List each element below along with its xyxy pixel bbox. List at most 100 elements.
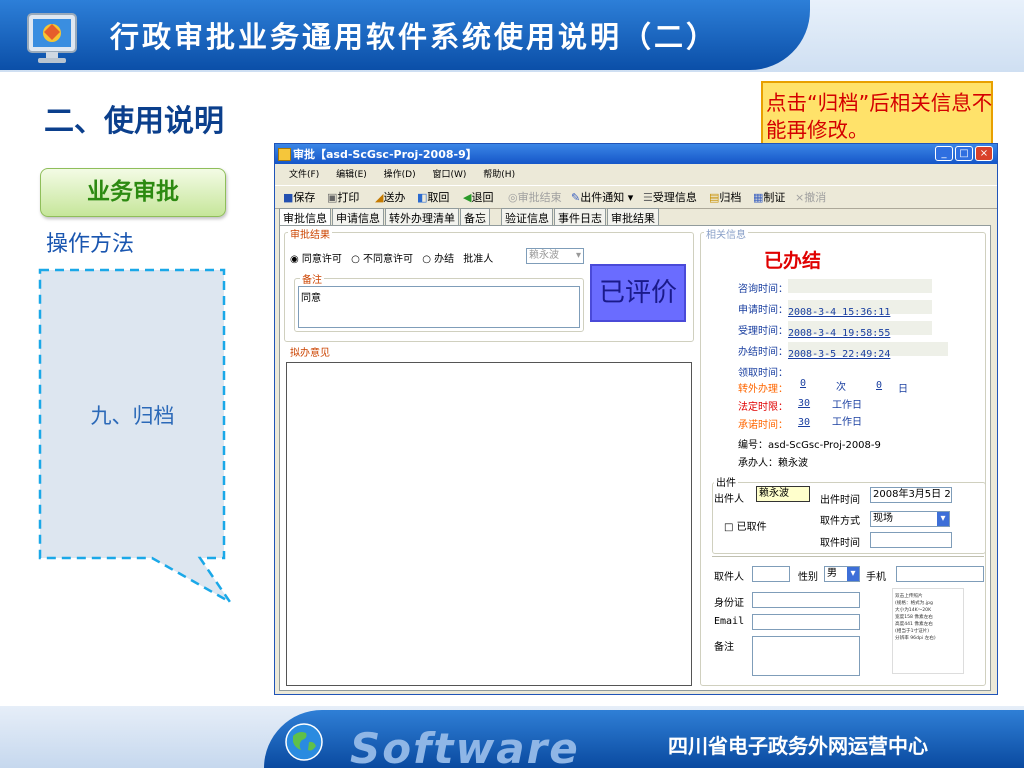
legal-limit-label: 法定时限： [738, 402, 788, 413]
case-number: 编号：asd-ScGsc-Proj-2008-9 [738, 440, 881, 451]
menu-help[interactable]: 帮助(H) [483, 170, 515, 180]
slide-title: 行政审批业务通用软件系统使用说明（二） [110, 20, 719, 54]
radio-reject[interactable]: ○ 不同意许可 [351, 254, 413, 265]
promise-workday-unit: 工作日 [832, 417, 862, 428]
transfer-unit: 次 [836, 382, 846, 393]
save-button[interactable]: ■保存 [283, 189, 315, 205]
archive-button[interactable]: ▤归档 [709, 189, 741, 205]
email-input[interactable] [752, 614, 860, 630]
gender-label: 性别 [798, 572, 818, 583]
pickup-time-label: 领取时间： [738, 368, 788, 379]
certificate-button[interactable]: ▦制证 [753, 189, 785, 205]
footer-organization: 四川省电子政务外网运营中心 [668, 734, 928, 758]
monitor-logo-icon [27, 13, 77, 63]
pickup-time-label-2: 取件时间 [820, 538, 860, 549]
picked-up-checkbox[interactable]: □ 已取件 [724, 518, 767, 533]
menu-operate[interactable]: 操作(D) [384, 170, 416, 180]
chevron-down-icon: ▾ [575, 250, 581, 261]
retrieve-button[interactable]: ◧取回 [417, 189, 449, 205]
approver-label: 批准人 [463, 254, 494, 265]
menu-file[interactable]: 文件(F) [289, 170, 319, 180]
issue-person-field[interactable]: 赖永波 [756, 486, 810, 502]
consult-time-label: 咨询时间： [738, 284, 788, 295]
note-label: 备注 [714, 642, 734, 653]
remark-label: 备注 [300, 271, 324, 286]
pickup-method-select[interactable]: 现场 ▾ [870, 511, 950, 527]
revoke-icon: × [795, 191, 805, 204]
finish-time-value[interactable]: 2008-3-5 22:49:24 [788, 349, 890, 360]
approver-select[interactable]: 赖永波 ▾ [526, 248, 584, 264]
apply-time-label: 申请时间： [738, 305, 788, 316]
globe-icon [285, 723, 323, 761]
id-card-input[interactable] [752, 592, 860, 608]
promise-time-label: 承诺时间： [738, 420, 788, 431]
window-titlebar[interactable]: 审批【asd-ScGsc-Proj-2008-9】 _ □ × [275, 144, 997, 164]
finish-time-field: 2008-3-5 22:49:24 [788, 342, 948, 360]
step-label: 九、归档 [90, 404, 175, 428]
accept-info-button[interactable]: ☰受理信息 [643, 189, 697, 205]
pickup-time-input[interactable] [870, 532, 952, 548]
note-textarea[interactable] [752, 636, 860, 676]
issue-time-field[interactable]: 2008年3月5日 2 [870, 487, 952, 503]
finish-approval-button[interactable]: ◎审批结束 [508, 189, 562, 205]
gender-select[interactable]: 男 ▾ [824, 566, 860, 582]
approval-window: 审批【asd-ScGsc-Proj-2008-9】 _ □ × 文件(F) 编辑… [274, 143, 998, 695]
transfer-count: 0 [800, 378, 807, 389]
method-label: 操作方法 [46, 232, 135, 257]
print-button[interactable]: ▣打印 [327, 189, 359, 205]
menu-window[interactable]: 窗口(W) [433, 170, 467, 180]
chevron-down-icon: ▾ [847, 567, 859, 581]
footer-logo-text: Software [350, 724, 580, 773]
send-button[interactable]: ◢送办 [375, 189, 405, 205]
accept-time-field: 2008-3-4 19:58:55 [788, 321, 932, 339]
approval-options: ◉ 同意许可 ○ 不同意许可 ○ 办结 批准人 [290, 250, 493, 265]
window-title: 审批【asd-ScGsc-Proj-2008-9】 [293, 148, 477, 161]
opinion-textarea[interactable] [286, 362, 692, 686]
promise-time-value: 30 [798, 417, 811, 428]
issue-person-label: 出件人 [714, 494, 744, 505]
related-info-label: 相关信息 [704, 226, 748, 241]
transfer-label: 转外办理： [738, 384, 788, 395]
legal-limit-value: 30 [798, 398, 811, 409]
retrieve-icon: ◧ [417, 191, 428, 204]
phone-input[interactable] [896, 566, 984, 582]
maximize-button[interactable]: □ [955, 146, 973, 161]
revoke-button[interactable]: ×撤消 [795, 189, 826, 205]
finish-time-label: 办结时间： [738, 347, 788, 358]
receiver-input[interactable] [752, 566, 790, 582]
radio-approve[interactable]: ◉ 同意许可 [290, 254, 342, 265]
issue-notice-button[interactable]: ✎出件通知 ▾ [571, 189, 633, 205]
tab-panel: 审批结果 ◉ 同意许可 ○ 不同意许可 ○ 办结 批准人 赖永波 ▾ 备注 同意 … [279, 225, 991, 691]
print-icon: ▣ [327, 191, 338, 204]
tab-bar: 审批信息 申请信息 转外办理清单 备忘 验证信息 事件日志 审批结果 [279, 208, 660, 227]
radio-finish[interactable]: ○ 办结 [422, 254, 454, 265]
accept-time-value[interactable]: 2008-3-4 19:58:55 [788, 328, 890, 339]
accept-info-icon: ☰ [643, 191, 653, 204]
minimize-button[interactable]: _ [935, 146, 953, 161]
pickup-method-label: 取件方式 [820, 516, 860, 527]
certificate-icon: ▦ [753, 191, 764, 204]
apply-time-value[interactable]: 2008-3-4 15:36:11 [788, 307, 890, 318]
legal-workday-unit: 工作日 [832, 400, 862, 411]
category-label: 业务审批 [87, 179, 179, 205]
archive-callout-text: 点击“归档”后相关信息不能再修改。 [766, 91, 993, 142]
issue-time-label: 出件时间 [820, 495, 860, 506]
apply-time-field: 2008-3-4 15:36:11 [788, 300, 932, 318]
window-app-icon [278, 148, 291, 161]
photo-upload-area[interactable]: 双击上传照片 (规格：格式为.jpg 大小为14K～20K 宽度158 像素左右… [892, 588, 964, 674]
issue-label: 出件 [714, 474, 738, 489]
return-button[interactable]: ◀退回 [463, 189, 493, 205]
toolbar: ■保存 ▣打印 ◢送办 ◧取回 ◀退回 ◎审批结束 ✎出件通知 ▾ ☰受理信息 … [275, 185, 997, 209]
day-unit: 日 [898, 384, 908, 395]
transfer-days: 0 [876, 380, 883, 391]
remark-textarea[interactable]: 同意 [298, 286, 580, 328]
step-callout-shape [38, 268, 232, 604]
notice-icon: ✎ [571, 191, 581, 204]
menu-edit[interactable]: 编辑(E) [336, 170, 367, 180]
issue-divider [712, 556, 984, 557]
menu-bar: 文件(F) 编辑(E) 操作(D) 窗口(W) 帮助(H) [275, 165, 997, 185]
accept-time-label: 受理时间： [738, 326, 788, 337]
close-button[interactable]: × [975, 146, 993, 161]
save-icon: ■ [283, 191, 294, 204]
pickup-time-field [788, 363, 932, 377]
